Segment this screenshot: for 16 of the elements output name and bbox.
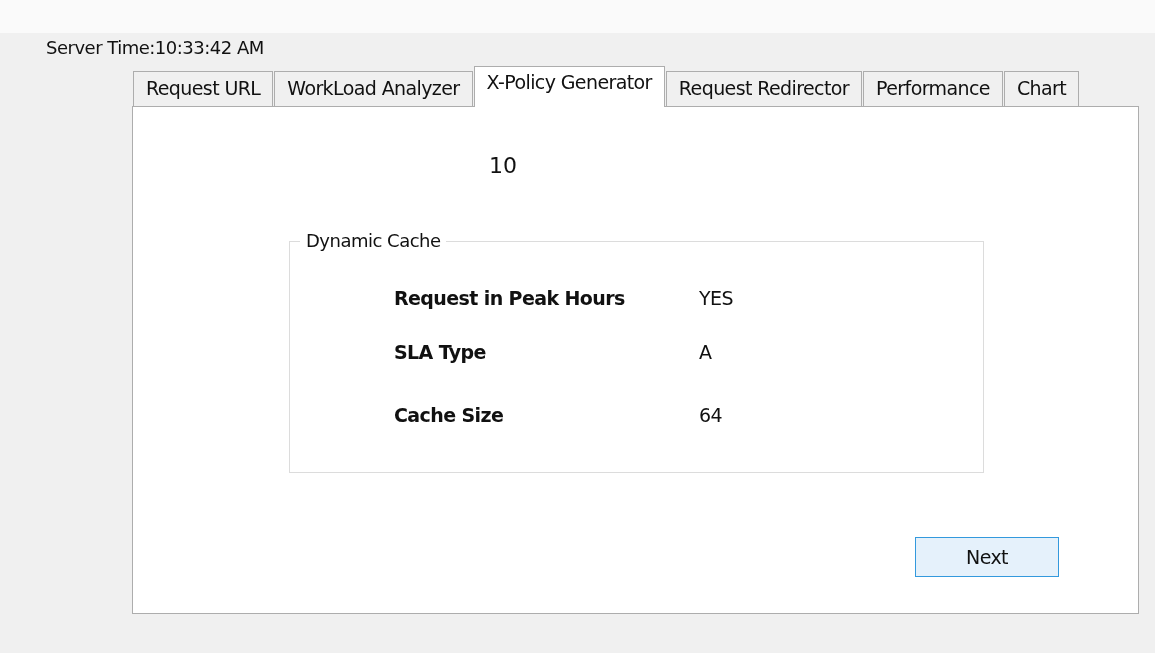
tab[interactable]: Performance [863,71,1003,106]
field-label: Request in Peak Hours [394,287,626,309]
counter-value: 10 [489,153,517,178]
next-button[interactable]: Next [915,537,1059,577]
field-label: Cache Size [394,404,505,426]
field-value: 64 [699,404,723,426]
tab[interactable]: WorkLoad Analyzer [274,71,473,106]
tab[interactable]: X-Policy Generator [473,66,665,107]
server-time: Server Time:10:33:42 AM [46,36,265,60]
tab[interactable]: Request Redirector [665,71,863,106]
group-title: Dynamic Cache [300,230,446,251]
field-value: YES [699,287,734,309]
field-label: SLA Type [394,341,487,363]
field-value: A [699,341,712,363]
tab[interactable]: Chart [1003,71,1080,106]
tab[interactable]: Request URL [133,71,274,106]
